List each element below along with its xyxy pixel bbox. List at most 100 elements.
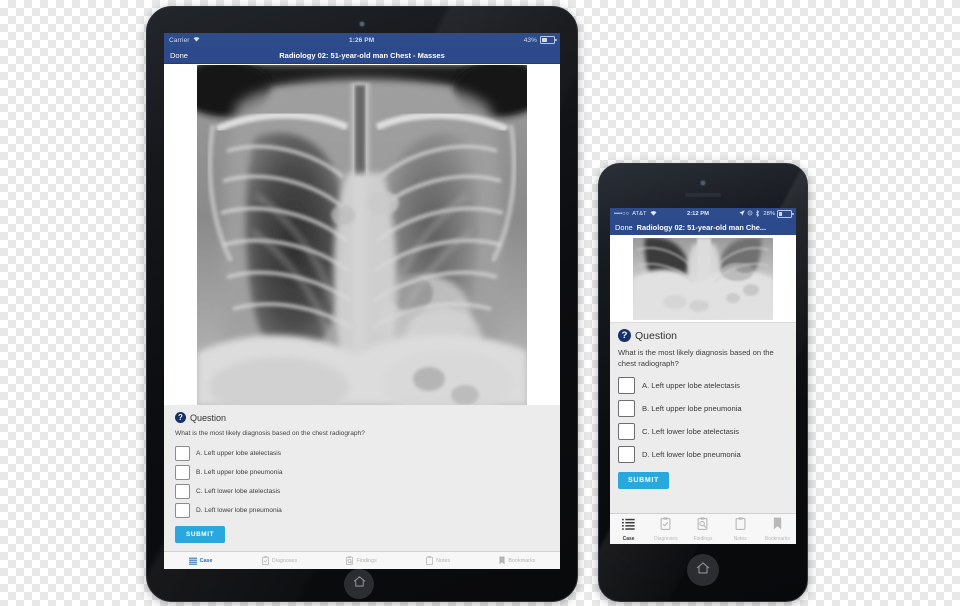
checkbox-b[interactable] [618,399,635,417]
bookmark-icon [773,517,782,535]
clipboard-icon [426,552,434,570]
tab-notes[interactable]: Notes [426,552,450,570]
answer-label-a: A. Left upper lobe atelectasis [642,380,740,390]
battery-percent-label: 28% [763,211,775,217]
tab-label-findings: Findings [356,557,377,564]
answer-label-b: B. Left upper lobe pneumonia [196,468,283,476]
status-left: Carrier [169,36,200,44]
home-button[interactable] [344,569,374,599]
phone-question-panel: ? Question What is the most likely diagn… [610,323,796,513]
tab-label-notes: Notes [733,536,747,542]
checkbox-c[interactable] [175,483,190,499]
question-header: ? Question [175,412,549,423]
answer-label-d: D. Left lower lobe pneumonia [642,449,741,459]
status-right: 43% [523,36,557,44]
tab-label-bookmarks: Bookmarks [508,557,536,564]
answer-option-d[interactable]: D. Left lower lobe pneumonia [618,445,788,463]
question-prompt: What is the most likely diagnosis based … [618,348,774,368]
tab-label-notes: Notes [436,557,451,564]
tablet-image-panel [164,64,560,405]
submit-button[interactable]: SUBMIT [618,471,670,489]
rotation-lock-icon [747,210,753,218]
answer-option-d[interactable]: D. Left lower lobe pneumonia [175,502,549,518]
tab-label-diagnoses: Diagnoses [653,536,678,542]
phone-nav-bar: Done Radiology 02: 51-year-old man Che..… [610,220,796,235]
question-header: ? Question [618,329,788,342]
checkbox-d[interactable] [175,502,190,518]
checkbox-a[interactable] [175,445,190,461]
tab-diagnoses[interactable]: Diagnoses [648,517,684,542]
answer-option-b[interactable]: B. Left upper lobe pneumonia [175,464,549,480]
tab-label-case: Case [622,536,635,542]
answer-label-d: D. Left lower lobe pneumonia [196,506,282,514]
answer-option-a[interactable]: A. Left upper lobe atelectasis [618,376,788,394]
tab-bookmarks[interactable]: Bookmarks [759,517,795,542]
question-heading: Question [635,329,678,342]
signal-strength-icon: ••••○○ [614,211,630,217]
checkbox-a[interactable] [618,376,635,394]
carrier-label: AT&T [632,211,647,217]
checkbox-b[interactable] [175,464,190,480]
answer-label-c: C. Left lower lobe atelectasis [642,426,740,436]
phone-device: ••••○○ AT&T 2:12 PM 28% Done Radiology 0… [598,163,808,602]
home-button[interactable] [687,554,719,586]
question-heading: Question [190,412,227,423]
phone-image-panel [610,235,796,323]
chest-radiograph-image[interactable] [633,237,773,320]
answer-option-c[interactable]: C. Left lower lobe atelectasis [618,422,788,440]
done-button[interactable]: Done [615,223,633,232]
tab-label-case: Case [199,557,213,564]
question-mark-icon: ? [618,329,631,342]
tablet-device: Carrier 1:26 PM 43% Done Radiology 02: 5… [146,6,578,602]
list-icon [188,552,197,570]
tab-case[interactable]: Case [188,552,213,570]
bookmark-icon [499,552,505,570]
page-title: Radiology 02: 51-year-old man Chest - Ma… [279,50,445,60]
answer-label-c: C. Left lower lobe atelectasis [196,487,281,495]
front-camera-icon [360,22,364,26]
location-arrow-icon [739,210,746,218]
tablet-question-panel: ? Question What is the most likely diagn… [164,405,560,569]
checkbox-d[interactable] [618,445,635,463]
question-prompt: What is the most likely diagnosis based … [175,430,365,437]
answer-option-c[interactable]: C. Left lower lobe atelectasis [175,483,549,499]
front-camera-icon [701,181,705,185]
wifi-icon [650,210,657,218]
tab-case[interactable]: Case [611,517,647,542]
clipboard-icon [735,517,746,535]
home-icon [353,575,366,593]
tablet-screen: Carrier 1:26 PM 43% Done Radiology 02: 5… [164,33,560,569]
phone-status-bar: ••••○○ AT&T 2:12 PM 28% [610,208,796,220]
home-icon [696,561,710,580]
tab-notes[interactable]: Notes [722,517,758,542]
battery-percent-label: 43% [523,36,537,44]
carrier-label: Carrier [169,36,190,44]
clock-label: 2:12 PM [686,211,709,217]
tab-diagnoses[interactable]: Diagnoses [261,552,298,570]
bluetooth-icon [755,209,760,219]
clock-label: 1:26 PM [348,36,375,44]
tab-bookmarks[interactable]: Bookmarks [499,552,535,570]
tab-label-diagnoses: Diagnoses [271,557,298,564]
phone-tab-bar: Case Diagnoses Findings Notes Bookmarks [610,513,796,544]
battery-icon [777,210,794,218]
submit-button[interactable]: SUBMIT [175,525,226,543]
checkbox-c[interactable] [618,422,635,440]
tab-findings[interactable]: Findings [346,552,377,570]
answer-option-b[interactable]: B. Left upper lobe pneumonia [618,399,788,417]
answer-option-a[interactable]: A. Left upper lobe atelectasis [175,445,549,461]
chest-radiograph-image[interactable] [197,64,527,405]
done-button[interactable]: Done [170,51,188,60]
clipboard-search-icon [346,552,354,570]
answer-label-b: B. Left upper lobe pneumonia [642,403,742,413]
tab-findings[interactable]: Findings [685,517,721,542]
page-title: Radiology 02: 51-year-old man Che... [636,223,767,232]
list-icon [622,517,635,535]
clipboard-check-icon [660,517,671,535]
answer-label-a: A. Left upper lobe atelectasis [196,449,282,457]
battery-icon [540,36,557,44]
question-mark-icon: ? [175,412,186,423]
wifi-icon [193,36,200,44]
tablet-status-bar: Carrier 1:26 PM 43% [164,33,560,47]
tablet-nav-bar: Done Radiology 02: 51-year-old man Chest… [164,47,560,64]
